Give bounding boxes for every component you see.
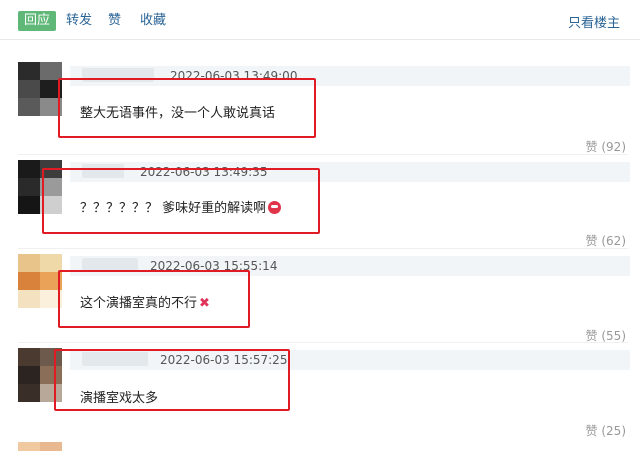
- divider: [18, 154, 628, 155]
- divider: [18, 342, 628, 343]
- only-op-link[interactable]: 只看楼主: [568, 12, 620, 31]
- avatar[interactable]: [18, 442, 62, 451]
- highlight-box: [54, 349, 290, 411]
- repost-tab[interactable]: 转发: [66, 12, 92, 30]
- like-tab[interactable]: 赞: [108, 12, 121, 30]
- highlight-box: [58, 78, 316, 138]
- reply-tab[interactable]: 回应: [18, 11, 57, 31]
- favorite-tab[interactable]: 收藏: [140, 12, 166, 30]
- divider: [18, 248, 628, 249]
- highlight-box: [58, 270, 250, 328]
- like-count[interactable]: 赞 (62): [586, 232, 626, 249]
- highlight-box: [42, 168, 320, 234]
- avatar[interactable]: [18, 254, 62, 308]
- avatar[interactable]: [18, 62, 62, 116]
- toolbar: 回应 转发 赞 收藏 只看楼主: [0, 0, 640, 40]
- like-count[interactable]: 赞 (25): [586, 422, 626, 439]
- like-count[interactable]: 赞 (92): [586, 138, 626, 155]
